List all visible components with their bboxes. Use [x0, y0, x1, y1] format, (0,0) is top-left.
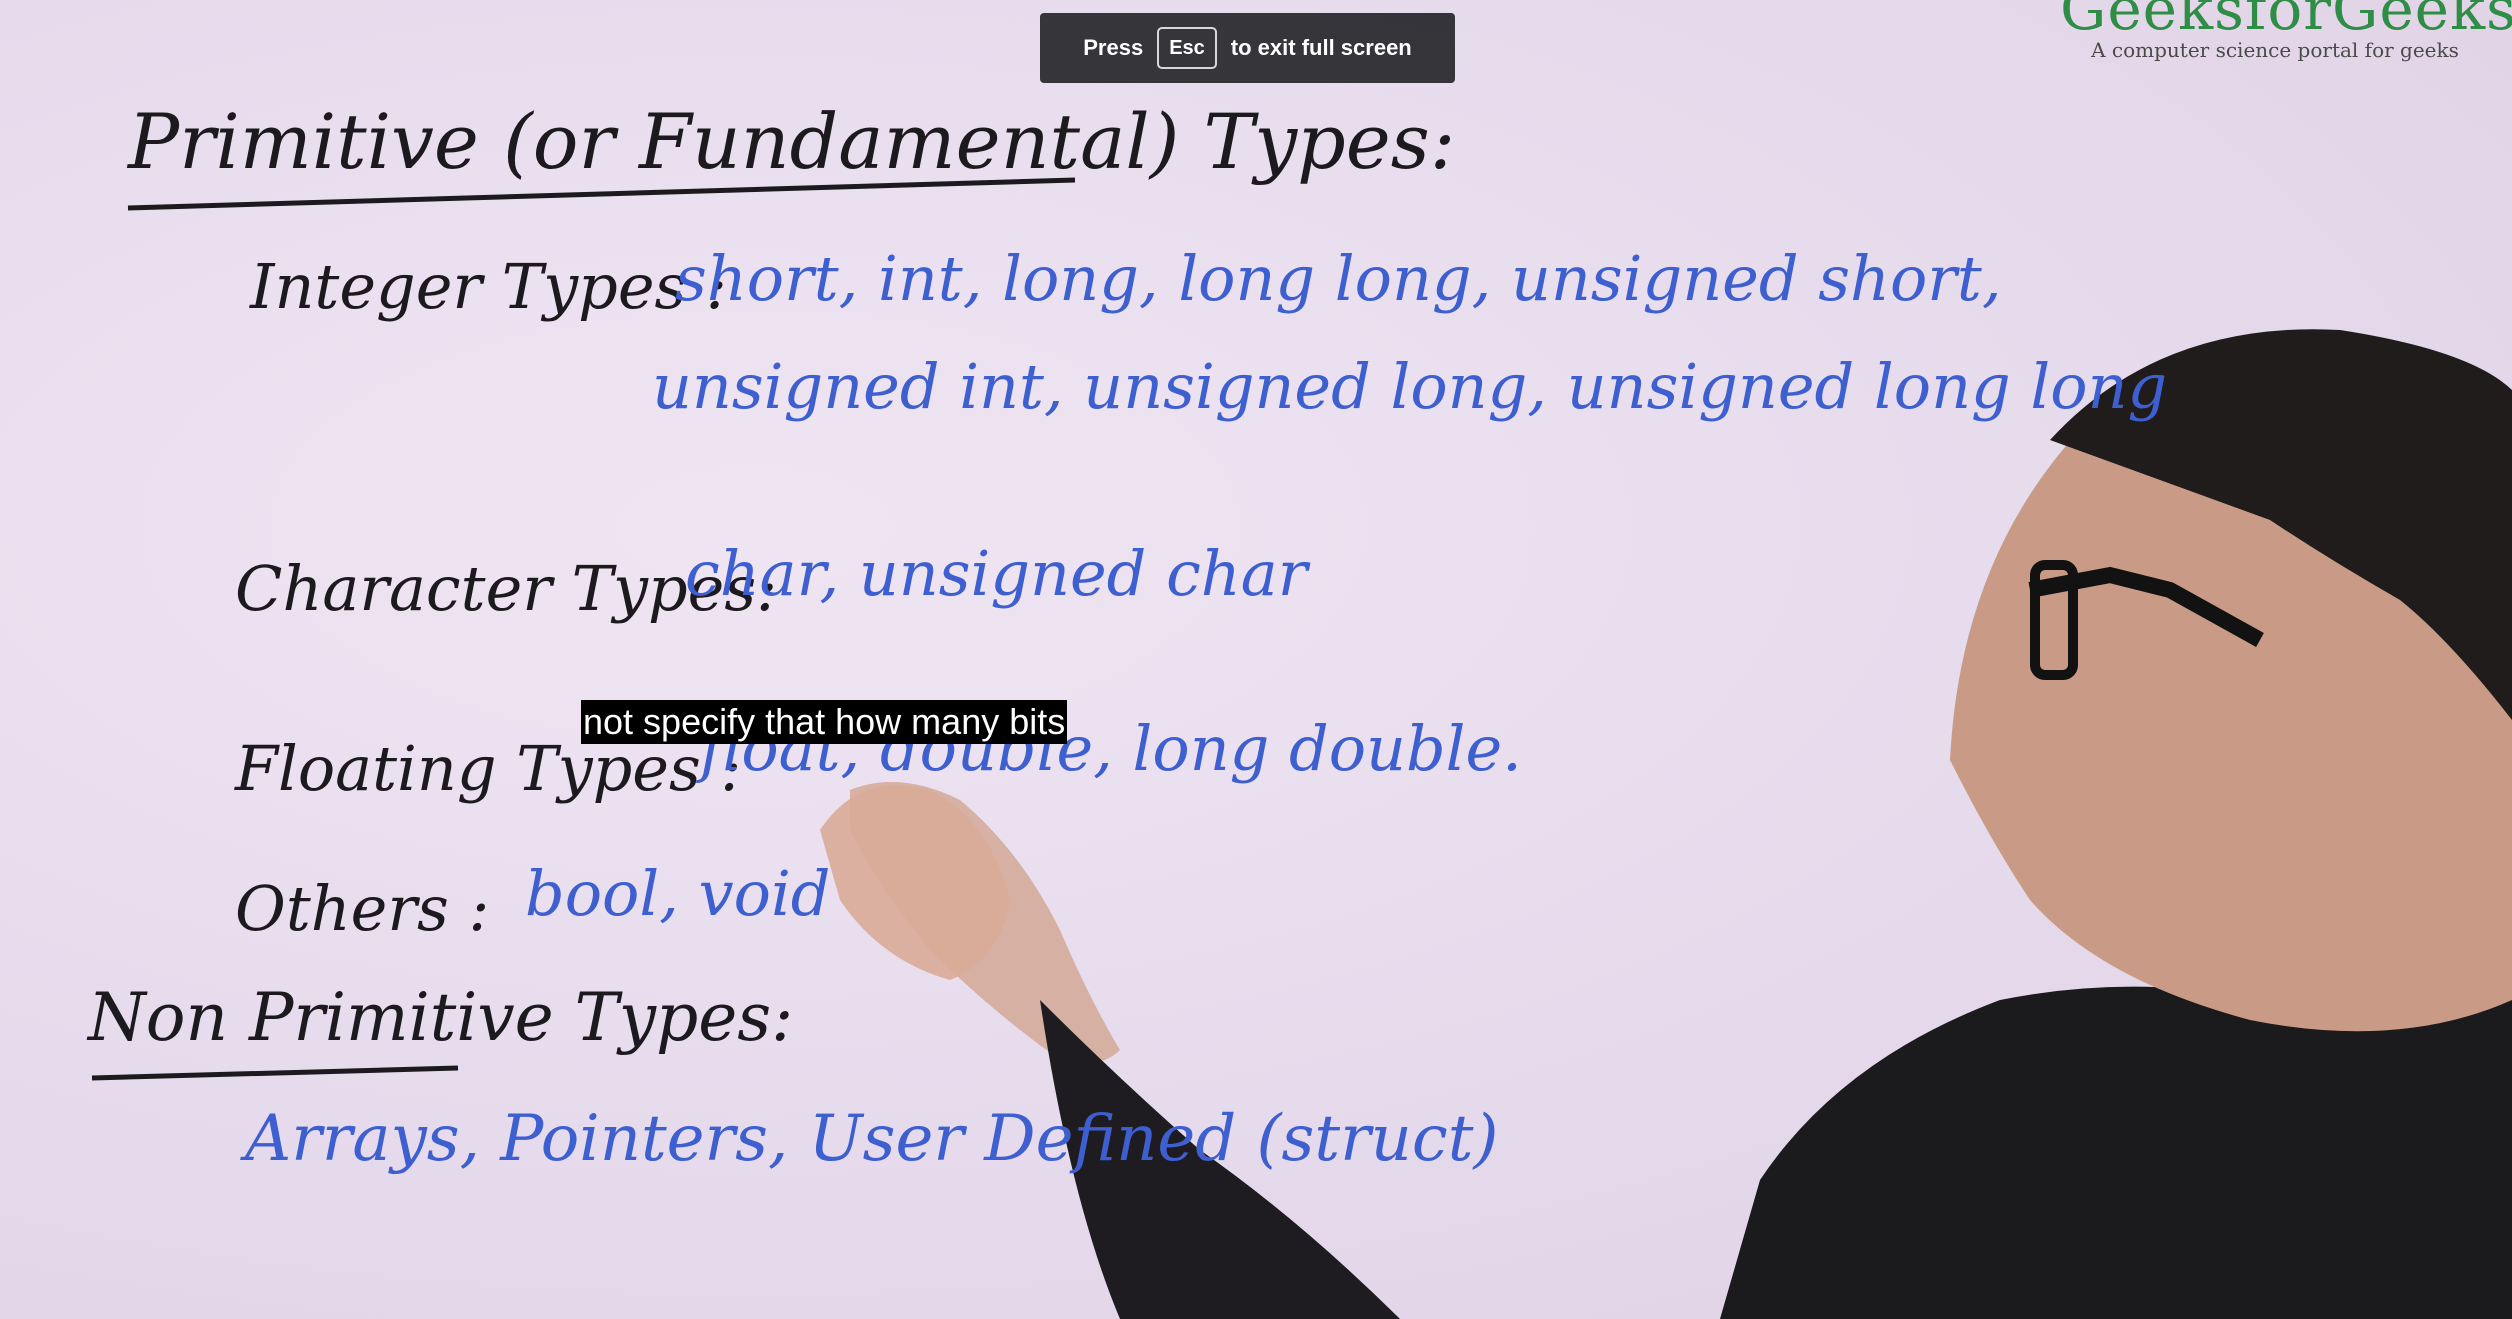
brand-tagline: A computer science portal for geeks — [2091, 38, 2459, 62]
integer-types-label: Integer Types : — [249, 250, 727, 323]
fullscreen-notice-press: Press — [1083, 35, 1144, 60]
fullscreen-notice-suffix: to exit full screen — [1230, 35, 1412, 60]
video-player[interactable]: Primitive (or Fundamental) Types: Intege… — [0, 0, 2512, 1319]
presenter-hand — [820, 785, 1010, 980]
integer-types-line2: unsigned int, unsigned long, unsigned lo… — [652, 350, 2167, 423]
video-frame[interactable]: Primitive (or Fundamental) Types: Intege… — [0, 0, 2512, 1319]
esc-key-badge: Esc — [1157, 27, 1217, 69]
others-label: Others : — [235, 872, 489, 945]
whiteboard: Primitive (or Fundamental) Types: Intege… — [86, 97, 2512, 1319]
integer-types-line1: short, int, long, long long, unsigned sh… — [675, 242, 2002, 315]
others-values: bool, void — [525, 857, 830, 930]
subtitle-caption: not specify that how many bits — [581, 700, 1068, 744]
primitive-heading: Primitive (or Fundamental) Types: — [126, 97, 1455, 186]
brand-logo: GeeksforGeeks A computer science portal … — [2060, 0, 2512, 62]
non-primitive-values: Arrays, Pointers, User Defined (struct) — [240, 1102, 1498, 1176]
non-primitive-heading-underline — [91, 1065, 459, 1081]
non-primitive-heading: Non Primitive Types: — [86, 979, 793, 1056]
brand-name: GeeksforGeeks — [2060, 0, 2512, 43]
fullscreen-exit-notice: Press Esc to exit full screen — [1040, 13, 1455, 83]
character-types-values: char, unsigned char — [685, 537, 1311, 610]
